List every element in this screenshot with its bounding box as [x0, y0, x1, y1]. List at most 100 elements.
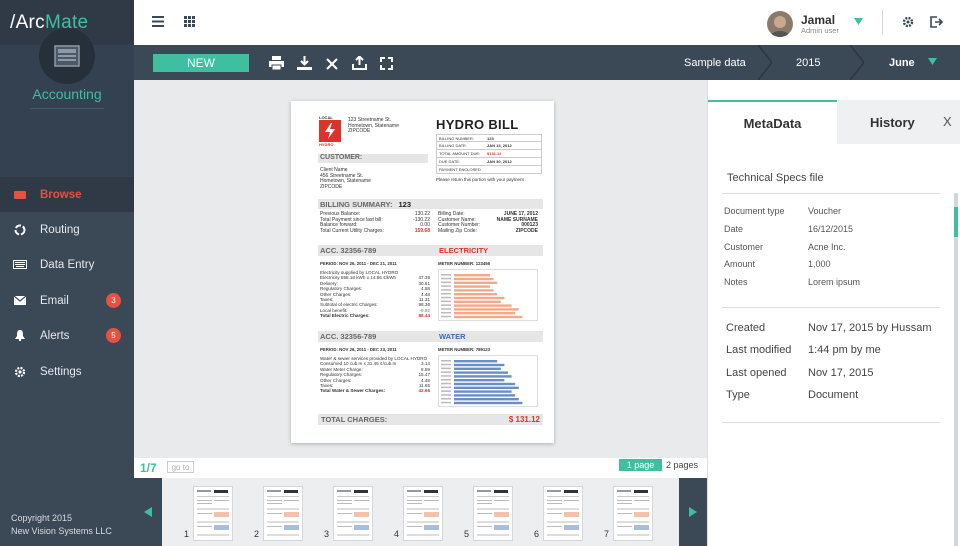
electricity-usage-chart: [438, 269, 538, 321]
sidebar-item-settings[interactable]: Settings: [0, 354, 134, 389]
customer-header: CUSTOMER:: [318, 154, 428, 163]
info-value: Nov 17, 2015 by Hussam: [808, 322, 932, 334]
field-value: $131.12: [487, 151, 502, 156]
usage-bar: [454, 300, 501, 303]
sidebar-item-label: Data Entry: [40, 258, 95, 271]
usage-bar: [454, 382, 516, 386]
field-label: BILLING NUMBER:: [439, 135, 474, 141]
two-pages-toggle[interactable]: 2 pages: [666, 459, 698, 471]
breadcrumb-sample-data[interactable]: Sample data: [684, 45, 746, 80]
thumbnail-number: 2: [254, 529, 260, 539]
top-header: [134, 0, 960, 45]
sidebar-item-browse[interactable]: Browse: [0, 177, 134, 212]
download-icon[interactable]: [297, 56, 312, 70]
gear-icon: [0, 366, 40, 378]
usage-bar: [454, 293, 498, 296]
grid-icon[interactable]: [184, 16, 195, 27]
page-thumbnail[interactable]: [193, 486, 233, 541]
page-thumbnail[interactable]: [543, 486, 583, 541]
upload-icon[interactable]: [352, 56, 367, 70]
meta-label: Document type: [724, 206, 785, 216]
new-button[interactable]: NEW: [153, 54, 249, 72]
summary-line-value: ZIPCODE: [515, 227, 538, 234]
water-usage-chart: [438, 355, 538, 407]
bill-document[interactable]: LOCAL HYDRO 123 Streetname St. Hometown,…: [291, 101, 554, 443]
document-toolbar: [134, 45, 960, 80]
thumbnail-preview: [477, 490, 509, 536]
charge-value: 42.66: [418, 388, 431, 394]
thumbnail-preview: [407, 490, 439, 536]
one-page-toggle[interactable]: 1 page: [619, 459, 662, 471]
print-icon[interactable]: [269, 56, 284, 70]
usage-bar: [454, 289, 494, 292]
electricity-label: ELECTRICITY: [439, 246, 489, 255]
electricity-charges: Electricity supplied by LOCAL HYDRO Elec…: [320, 270, 430, 319]
hydro-logo: LOCAL HYDRO: [319, 115, 341, 147]
divider: [30, 108, 104, 109]
page-thumbnail[interactable]: [473, 486, 513, 541]
fullscreen-icon[interactable]: [380, 57, 393, 70]
water-charges: Water & sewer services provided by LOCAL…: [320, 356, 430, 394]
breadcrumb-year[interactable]: 2015: [796, 45, 820, 80]
goto-input[interactable]: go to: [167, 461, 194, 473]
close-panel-button[interactable]: X: [943, 114, 952, 129]
page-thumbnail[interactable]: [403, 486, 443, 541]
copyright-company: New Vision Systems LLC: [11, 526, 112, 536]
user-name[interactable]: Jamal: [801, 13, 835, 27]
menu-icon[interactable]: [152, 16, 164, 27]
breadcrumb-month[interactable]: June: [889, 45, 915, 80]
chevron-down-icon[interactable]: [928, 58, 937, 65]
accounting-icon[interactable]: [39, 28, 95, 84]
sidebar-item-alerts[interactable]: Alerts 5: [0, 318, 134, 353]
close-icon[interactable]: [326, 58, 338, 70]
field-value: JAN 30, 2012: [487, 159, 512, 164]
thumbnail-preview: [617, 490, 649, 536]
bell-icon: [0, 330, 40, 341]
page-thumbnail[interactable]: [613, 486, 653, 541]
divider: [722, 307, 940, 308]
thumbs-next-button[interactable]: [679, 478, 707, 546]
caret-left-icon: [144, 507, 152, 517]
alerts-count-badge: 5: [106, 328, 121, 343]
keyboard-icon: [0, 260, 40, 269]
thumbnail-number: 4: [394, 529, 400, 539]
scrollbar-track[interactable]: [954, 193, 958, 546]
info-label: Last opened: [726, 366, 787, 379]
thumbnail-number: 3: [324, 529, 330, 539]
meta-value: Voucher: [808, 206, 842, 216]
usage-bar: [454, 390, 512, 393]
page-thumbnail[interactable]: [263, 486, 303, 541]
details-panel: [707, 80, 960, 546]
thumbnail-number: 7: [604, 529, 610, 539]
chevron-down-icon[interactable]: [854, 18, 863, 25]
scrollbar-thumb[interactable]: [954, 207, 958, 237]
sidebar-item-routing[interactable]: Routing: [0, 212, 134, 247]
usage-bar: [454, 308, 519, 311]
logo-sub: HYDRO: [319, 142, 334, 147]
info-value: 1:44 pm by me: [808, 344, 881, 357]
meta-value: 16/12/2015: [808, 223, 854, 234]
usage-bar: [454, 315, 523, 319]
usage-bar: [454, 367, 501, 370]
gear-icon[interactable]: [902, 16, 914, 28]
summary-number: 123: [398, 199, 412, 209]
account-number: ACC. 32356-789: [320, 332, 377, 341]
charge-label: Total Electric Charges:: [320, 313, 370, 319]
thumbs-prev-button[interactable]: [134, 478, 162, 546]
return-note: Please return this portion with your pay…: [436, 177, 524, 182]
avatar[interactable]: [767, 11, 793, 37]
summary-label: BILLING SUMMARY:: [320, 199, 393, 209]
usage-bars: [438, 269, 538, 321]
sidebar-item-data-entry[interactable]: Data Entry: [0, 247, 134, 282]
sidebar-item-email[interactable]: Email 3: [0, 283, 134, 318]
routing-icon: [0, 224, 40, 236]
page-indicator: 1/7: [140, 461, 157, 475]
page-thumbnail[interactable]: [333, 486, 373, 541]
meta-value: Lorem ipsum: [808, 277, 861, 288]
logout-icon[interactable]: [930, 16, 943, 28]
divider: [882, 10, 883, 35]
meta-value: 1,000: [808, 259, 831, 270]
tab-metadata[interactable]: MetaData: [708, 100, 837, 144]
info-value: Nov 17, 2015: [808, 366, 874, 379]
tab-history[interactable]: History: [837, 100, 960, 144]
